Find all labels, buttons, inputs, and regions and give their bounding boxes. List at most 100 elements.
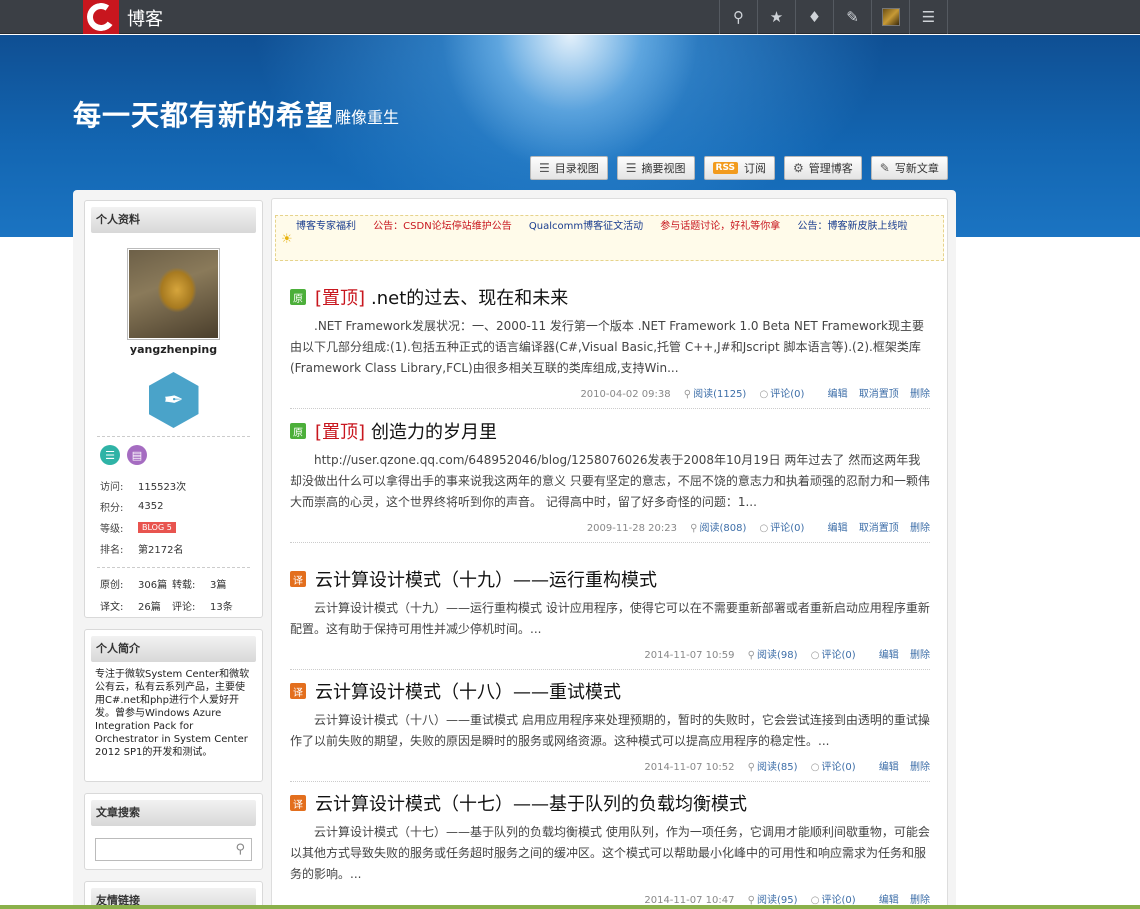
comment-count-link[interactable]: 评论(0) — [770, 523, 804, 534]
notice-link-topic[interactable]: 参与话题讨论，好礼等你拿 — [660, 221, 780, 232]
post-summary: http://user.qzone.qq.com/648952046/blog/… — [290, 453, 930, 509]
search-icon[interactable]: ⚲ — [235, 842, 245, 857]
gear-icon: ⚙ — [793, 161, 804, 175]
delete-link[interactable]: 删除 — [910, 762, 930, 773]
article-search-input[interactable]: ⚲ — [95, 838, 252, 861]
post-title-link[interactable]: 云计算设计模式（十七）——基于队列的负载均衡模式 — [315, 790, 747, 816]
column-medal-icon[interactable]: ☰ — [100, 445, 120, 465]
directory-view-button[interactable]: ☰ 目录视图 — [530, 156, 608, 180]
post-title-link[interactable]: 创造力的岁月里 — [371, 418, 497, 444]
read-count-link[interactable]: 阅读(1125) — [693, 389, 746, 400]
csdn-logo[interactable] — [83, 0, 119, 34]
read-icon: ⚲ — [690, 523, 698, 534]
edit-icon[interactable]: ✎ — [834, 0, 872, 34]
rss-icon: RSS — [712, 162, 739, 174]
post-item: 译 云计算设计模式（十七）——基于队列的负载均衡模式 云计算设计模式（十七）——… — [290, 790, 930, 909]
points-value: 4352 — [138, 501, 164, 512]
profile-title: 个人资料 — [91, 207, 256, 233]
comment-icon: ○ — [759, 389, 769, 400]
read-icon: ⚲ — [747, 650, 755, 661]
post-meta: 2009-11-28 20:23 ⚲ 阅读(808) ○ 评论(0) 编辑 取消置顶… — [290, 519, 930, 543]
post-title-link[interactable]: 云计算设计模式（十九）——运行重构模式 — [315, 566, 657, 592]
visits-value: 115523次 — [138, 482, 187, 493]
post-meta: 2010-04-02 09:38 ⚲ 阅读(1125) ○ 评论(0) 编辑 取消置… — [290, 385, 930, 409]
delete-link[interactable]: 删除 — [910, 523, 930, 534]
post-date: 2014-11-07 10:59 — [644, 650, 735, 661]
edit-link[interactable]: 编辑 — [879, 650, 899, 661]
summary-view-button[interactable]: ☰ 摘要视图 — [616, 156, 695, 180]
notice-link-skin[interactable]: 公告：博客新皮肤上线啦 — [797, 221, 907, 232]
write-article-button[interactable]: ✎ 写新文章 — [870, 156, 948, 180]
post-item: 原 [置顶] 创造力的岁月里 http://user.qzone.qq.com/… — [290, 418, 930, 543]
search-icon[interactable]: ⚲ — [720, 0, 758, 34]
delete-link[interactable]: 删除 — [910, 389, 930, 400]
list-icon: ☰ — [539, 161, 550, 175]
points-label: 积分: — [100, 503, 124, 514]
edit-link[interactable]: 编辑 — [828, 389, 848, 400]
comment-count-link[interactable]: 评论(0) — [821, 650, 855, 661]
bottom-strip — [0, 905, 1140, 909]
lightbulb-icon: ☀ — [281, 232, 293, 247]
comment-icon: ○ — [810, 762, 820, 773]
brand-label[interactable]: 博客 — [127, 5, 163, 31]
post-item: 译 云计算设计模式（十九）——运行重构模式 云计算设计模式（十九）——运行重构模… — [290, 566, 930, 670]
star-icon[interactable]: ★ — [758, 0, 796, 34]
read-count-link[interactable]: 阅读(808) — [699, 523, 746, 534]
feather-badge-icon[interactable]: ✒ — [148, 372, 199, 428]
notice-link-maintenance[interactable]: 公告：CSDN论坛停站维护公告 — [373, 221, 512, 232]
intro-title: 个人简介 — [91, 636, 256, 662]
comment-icon: ○ — [810, 650, 820, 661]
comment-icon: ○ — [759, 523, 769, 534]
search-title: 文章搜索 — [91, 800, 256, 826]
avatar[interactable] — [872, 0, 910, 34]
rank-label: 排名: — [100, 545, 124, 556]
comment-count-link[interactable]: 评论(0) — [770, 389, 804, 400]
level-label: 等级: — [100, 524, 124, 535]
blog-toolbar: ☰ 目录视图 ☰ 摘要视图 RSS 订阅 ⚙ 管理博客 ✎ 写新文章 — [530, 156, 957, 180]
edit-link[interactable]: 编辑 — [828, 523, 848, 534]
read-icon: ⚲ — [683, 389, 692, 400]
persistence-medal-icon[interactable]: ▤ — [127, 445, 147, 465]
pinned-label: [置顶] — [315, 288, 366, 309]
manage-blog-button[interactable]: ⚙ 管理博客 — [784, 156, 862, 180]
comments-value: 13条 — [210, 602, 233, 613]
bell-icon[interactable]: ♦ — [796, 0, 834, 34]
post-meta: 2014-11-07 10:59 ⚲ 阅读(98) ○ 评论(0) 编辑 删除 — [290, 646, 930, 670]
intro-panel: 个人简介 专注于微软System Center和微软公有云，私有云系列产品，主要… — [84, 629, 263, 782]
read-count-link[interactable]: 阅读(98) — [757, 650, 798, 661]
post-date: 2014-11-07 10:52 — [644, 762, 735, 773]
read-count-link[interactable]: 阅读(85) — [757, 762, 798, 773]
post-summary: .NET Framework发展状况：一、2000-11 发行第一个版本 .NE… — [290, 319, 924, 375]
menu-icon[interactable]: ☰ — [910, 0, 948, 34]
write-icon: ✎ — [879, 161, 890, 175]
reprint-value: 3篇 — [210, 580, 227, 591]
top-navbar: 博客 ⚲ ★ ♦ ✎ ☰ — [0, 0, 1140, 34]
post-date: 2010-04-02 09:38 — [580, 389, 671, 400]
post-title-link[interactable]: 云计算设计模式（十八）——重试模式 — [315, 678, 621, 704]
post-summary: 云计算设计模式（十八）——重试模式 启用应用程序来处理预期的，暂时的失败时，它会… — [290, 713, 930, 748]
reprint-label: 转载: — [172, 580, 196, 591]
unpin-link[interactable]: 取消置顶 — [859, 389, 899, 400]
rank-value: 第2172名 — [138, 545, 184, 556]
notice-link-qualcomm[interactable]: Qualcomm博客征文活动 — [529, 221, 643, 232]
original-label: 原创: — [100, 580, 124, 591]
edit-link[interactable]: 编辑 — [879, 762, 899, 773]
profile-avatar[interactable] — [127, 248, 220, 340]
comments-label: 评论: — [172, 602, 196, 613]
read-icon: ⚲ — [747, 762, 755, 773]
blog-title[interactable]: 每一天都有新的希望 — [73, 94, 334, 134]
post-summary: 云计算设计模式（十七）——基于队列的负载均衡模式 使用队列，作为一项任务，它调用… — [290, 825, 930, 881]
level-badge: BLOG 5 — [138, 522, 176, 533]
search-panel: 文章搜索 ⚲ — [84, 793, 263, 870]
username[interactable]: yangzhenping — [91, 343, 256, 356]
delete-link[interactable]: 删除 — [910, 650, 930, 661]
intro-text: 专注于微软System Center和微软公有云，私有云系列产品，主要使用C#.… — [95, 669, 250, 758]
comment-count-link[interactable]: 评论(0) — [821, 762, 855, 773]
translation-label: 译文: — [100, 602, 124, 613]
profile-panel: 个人资料 yangzhenping ✒ ☰ ▤ 访问: 115523次 积分: 43… — [84, 200, 263, 618]
notice-link-expert[interactable]: 博客专家福利 — [296, 221, 356, 232]
unpin-link[interactable]: 取消置顶 — [859, 523, 899, 534]
post-title-link[interactable]: .net的过去、现在和未来 — [371, 284, 568, 310]
visits-label: 访问: — [100, 482, 124, 493]
subscribe-button[interactable]: RSS 订阅 — [703, 156, 776, 180]
